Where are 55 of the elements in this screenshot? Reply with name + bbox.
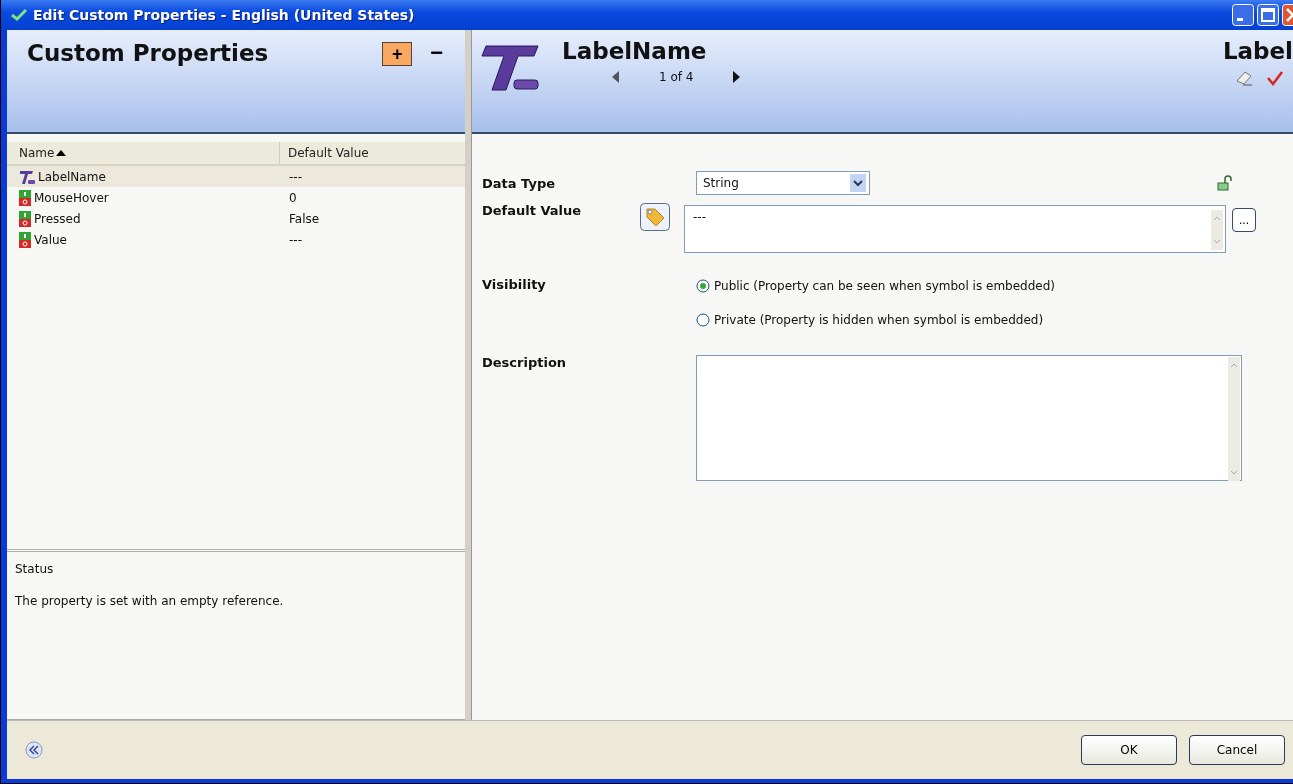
radio-label: Public (Property can be seen when symbol is embedded) bbox=[714, 279, 1055, 293]
property-name: Value bbox=[34, 232, 67, 247]
status-message: The property is set with an empty reference. bbox=[15, 594, 285, 608]
scrollbar[interactable] bbox=[1211, 210, 1223, 250]
unlocked-padlock-icon[interactable] bbox=[1217, 175, 1233, 191]
property-default-value: False bbox=[289, 211, 320, 226]
dialog-button[interactable]: Cancel bbox=[1189, 735, 1285, 765]
property-type: Label bbox=[1222, 38, 1293, 64]
property-row[interactable]: MouseHover 0 bbox=[7, 187, 465, 208]
text-label-icon bbox=[480, 44, 540, 92]
radio-label: Private (Property is hidden when symbol is embedded) bbox=[714, 313, 1044, 327]
data-type-dropdown[interactable]: String bbox=[696, 171, 870, 195]
maximize-button[interactable] bbox=[1257, 4, 1279, 26]
tag-button[interactable] bbox=[640, 203, 670, 231]
property-title: LabelName bbox=[562, 38, 708, 64]
column-header[interactable]: Name bbox=[7, 142, 279, 164]
remove-button[interactable]: − bbox=[424, 40, 449, 66]
property-default-value: --- bbox=[289, 232, 302, 247]
add-button[interactable]: + bbox=[382, 42, 413, 66]
property-row[interactable]: LabelName --- bbox=[7, 166, 465, 187]
panel-title: Custom Properties bbox=[27, 40, 270, 66]
minimize-button[interactable] bbox=[1232, 4, 1254, 26]
status-title: Status bbox=[15, 562, 55, 576]
field-label: Description bbox=[482, 355, 568, 370]
field-label: Default Value bbox=[482, 203, 583, 218]
dialog-button[interactable]: OK bbox=[1081, 735, 1177, 765]
field-label: Visibility bbox=[482, 277, 547, 292]
toggle-switch-icon bbox=[19, 189, 31, 206]
browse-button[interactable]: ... bbox=[1232, 208, 1256, 232]
check-icon bbox=[11, 9, 27, 21]
eraser-icon[interactable] bbox=[1235, 70, 1253, 86]
next-button[interactable] bbox=[733, 71, 741, 83]
property-row[interactable]: Value --- bbox=[7, 229, 465, 250]
scrollbar[interactable] bbox=[1228, 357, 1240, 481]
description-field[interactable] bbox=[696, 355, 1242, 481]
property-default-value: 0 bbox=[289, 190, 297, 205]
previous-button[interactable] bbox=[612, 71, 619, 83]
property-name: LabelName bbox=[38, 169, 106, 184]
radio-button[interactable] bbox=[696, 279, 710, 293]
radio-button[interactable] bbox=[696, 313, 710, 327]
default-value-field[interactable]: --- bbox=[684, 205, 1226, 253]
text-label-icon bbox=[19, 168, 35, 185]
toggle-switch-icon bbox=[19, 231, 31, 248]
property-name: Pressed bbox=[34, 211, 81, 226]
toggle-switch-icon bbox=[19, 210, 31, 227]
collapse-button[interactable] bbox=[25, 741, 43, 759]
window-title: Edit Custom Properties - English (United States) bbox=[33, 7, 415, 23]
column-header[interactable]: Default Value bbox=[279, 142, 465, 164]
close-button[interactable] bbox=[1282, 4, 1293, 26]
checkmark-icon[interactable] bbox=[1267, 70, 1283, 86]
property-row[interactable]: Pressed False bbox=[7, 208, 465, 229]
property-name: MouseHover bbox=[34, 190, 109, 205]
field-label: Data Type bbox=[482, 175, 556, 191]
page-indicator: 1 of 4 bbox=[659, 70, 694, 84]
property-default-value: --- bbox=[289, 169, 302, 184]
